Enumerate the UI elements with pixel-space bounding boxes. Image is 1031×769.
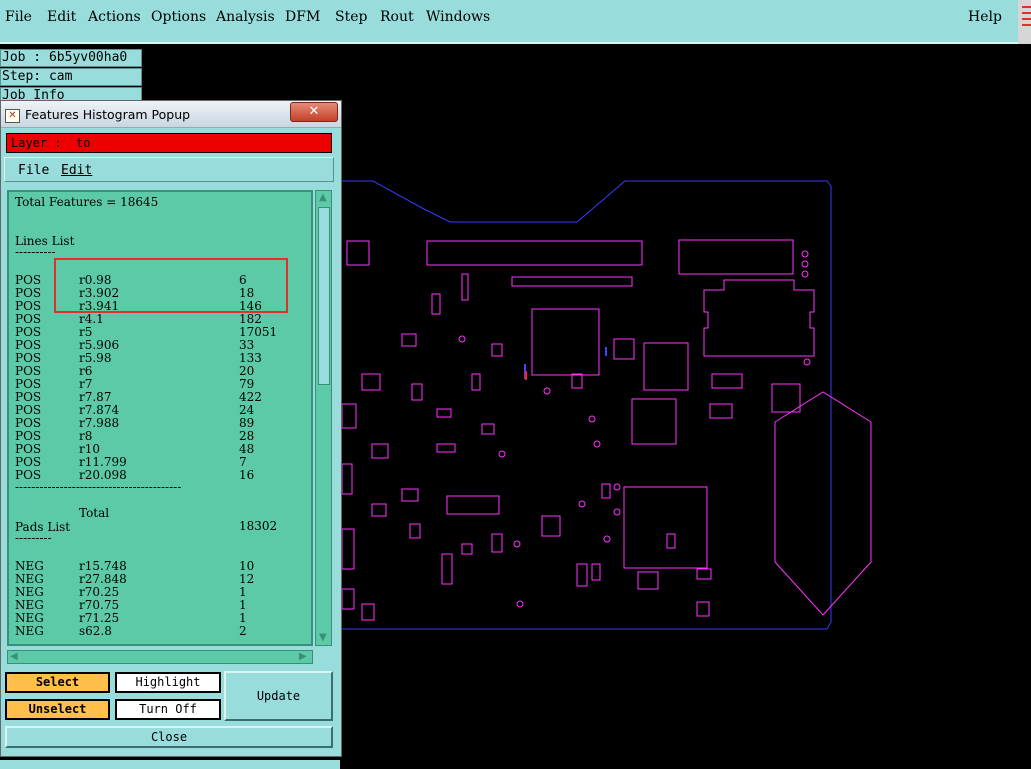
- popup-titlebar[interactable]: ✕ Features Histogram Popup ✕: [1, 101, 341, 128]
- layer-indicator: Layer : to: [6, 133, 332, 153]
- menu-actions[interactable]: Actions: [88, 9, 141, 25]
- pads-list-row[interactable]: NEG r70.75 1: [15, 599, 311, 612]
- menu-file[interactable]: File: [5, 9, 32, 25]
- pads-list-row[interactable]: NEG r71.25 1: [15, 612, 311, 625]
- total-divider: ----------------------------------------…: [15, 480, 182, 494]
- lines-list-row[interactable]: POS r7.988 89: [15, 417, 311, 430]
- lines-list-row[interactable]: POS r5.98 133: [15, 352, 311, 365]
- total-label: Total: [79, 506, 110, 520]
- lines-total-row: Total 18302: [15, 494, 311, 533]
- lines-list-row[interactable]: POS r11.799 7: [15, 456, 311, 469]
- lines-list-row[interactable]: POS r5.906 33: [15, 339, 311, 352]
- menu-right-handle[interactable]: [1018, 0, 1031, 44]
- scroll-up-arrow-icon[interactable]: ▲: [319, 193, 327, 203]
- taskbar-strip: [0, 760, 340, 769]
- scroll-down-arrow-icon[interactable]: ▼: [319, 633, 327, 643]
- lines-list-rule: ----------: [15, 245, 56, 259]
- lines-list-row[interactable]: POS r5 17051: [15, 326, 311, 339]
- lines-list-row[interactable]: POS r6 20: [15, 365, 311, 378]
- menu-windows[interactable]: Windows: [426, 9, 490, 25]
- lines-list-row[interactable]: POS r8 28: [15, 430, 311, 443]
- pcb-features: [342, 239, 872, 621]
- popup-menubar: File Edit: [4, 157, 334, 182]
- menu-step[interactable]: Step: [335, 9, 367, 25]
- total-value: 18302: [239, 519, 278, 533]
- pads-list-row[interactable]: NEG r15.748 10: [15, 560, 311, 573]
- pads-list-rule: ---------: [15, 531, 52, 545]
- popup-title: Features Histogram Popup: [25, 107, 191, 122]
- update-button[interactable]: Update: [224, 671, 333, 721]
- pads-list-row[interactable]: NEG s62.8 2: [15, 624, 311, 638]
- pads-list-row[interactable]: NEG r70.25 1: [15, 586, 311, 599]
- count-cell: 16: [239, 468, 255, 482]
- menu-dfm[interactable]: DFM: [285, 9, 320, 25]
- board-outline: [342, 180, 832, 630]
- lines-list-row[interactable]: POS r7 79: [15, 378, 311, 391]
- polarity-cell: NEG: [15, 624, 44, 638]
- close-button[interactable]: Close: [5, 726, 333, 748]
- app-window-icon: ✕: [5, 109, 20, 123]
- menu-help[interactable]: Help: [968, 9, 1002, 25]
- popup-menu-file[interactable]: File: [18, 163, 49, 178]
- popup-menu-edit[interactable]: Edit: [61, 163, 92, 178]
- pads-list-row[interactable]: NEG r27.848 12: [15, 573, 311, 586]
- step-name-field: Step: cam: [0, 68, 142, 86]
- menu-edit[interactable]: Edit: [47, 9, 76, 25]
- list-vertical-scrollbar[interactable]: ▲ ▼: [315, 190, 332, 646]
- scroll-left-arrow-icon[interactable]: ◀: [10, 651, 18, 663]
- count-cell: 2: [239, 624, 247, 638]
- list-horizontal-scrollbar[interactable]: ◀ ▶: [7, 650, 313, 664]
- turn-off-button[interactable]: Turn Off: [115, 699, 221, 720]
- lines-list-row[interactable]: POS r10 48: [15, 443, 311, 456]
- vias: [458, 250, 811, 608]
- menu-analysis[interactable]: Analysis: [216, 9, 275, 25]
- highlight-annotation-box: [54, 258, 288, 313]
- window-close-button[interactable]: ✕: [290, 102, 338, 122]
- highlight-button[interactable]: Highlight: [115, 672, 221, 693]
- job-name-field: Job : 6b5yv00ha0: [0, 49, 142, 67]
- menu-rout[interactable]: Rout: [380, 9, 414, 25]
- total-features-text: Total Features = 18645: [15, 195, 159, 209]
- menu-options[interactable]: Options: [151, 9, 206, 25]
- main-menubar: File Edit Actions Options Analysis DFM S…: [0, 0, 1018, 44]
- symbol-cell: s62.8: [79, 624, 112, 638]
- scroll-thumb[interactable]: [318, 207, 330, 385]
- lines-list-row[interactable]: POS r7.874 24: [15, 404, 311, 417]
- selected-features: [524, 347, 607, 379]
- unselect-button[interactable]: Unselect: [5, 699, 110, 720]
- lines-list-row[interactable]: POS r7.87 422: [15, 391, 311, 404]
- graphic-canvas[interactable]: [342, 44, 1031, 769]
- select-button[interactable]: Select: [5, 672, 110, 693]
- scroll-right-arrow-icon[interactable]: ▶: [299, 651, 307, 663]
- job-info-partial: Job Info: [0, 87, 142, 101]
